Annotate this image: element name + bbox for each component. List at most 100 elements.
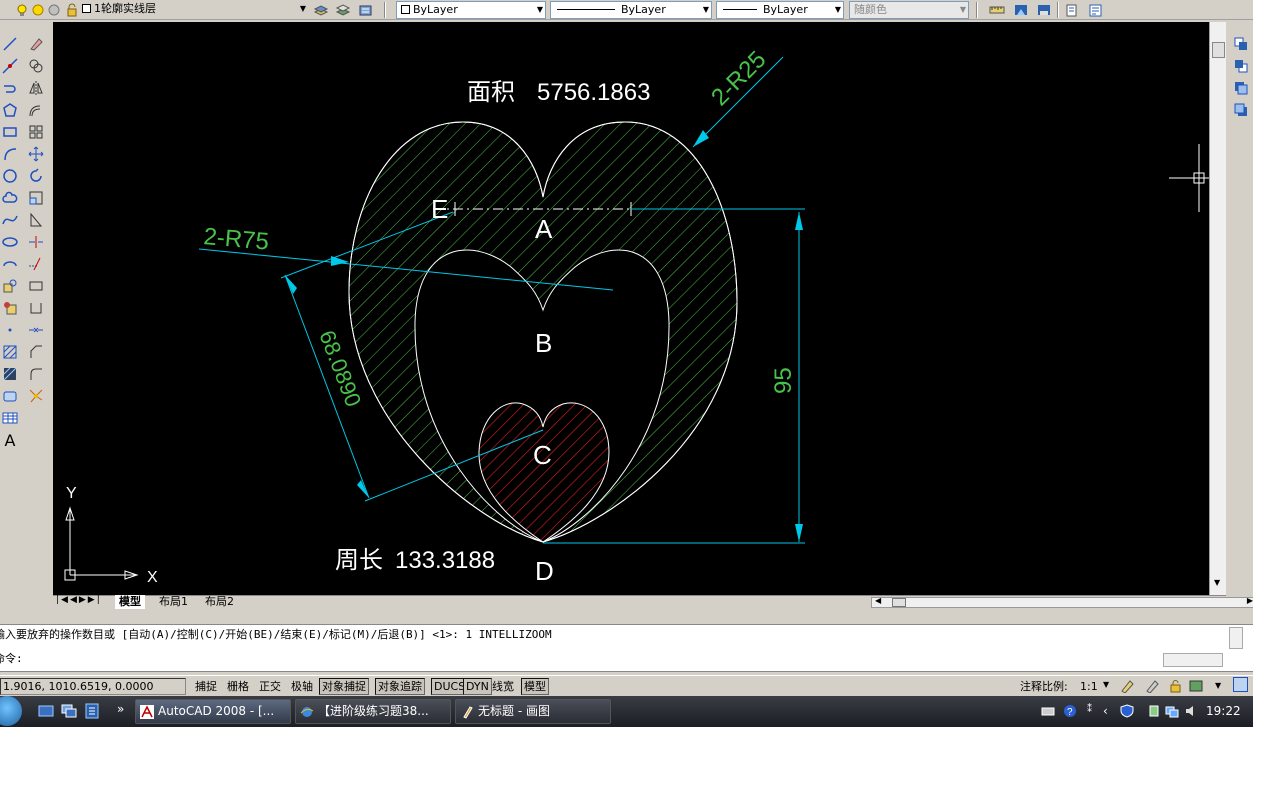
rotate-icon[interactable] (26, 166, 46, 186)
arc-icon[interactable] (0, 144, 20, 164)
multiline-text-icon[interactable]: A (0, 430, 20, 450)
ortho-toggle[interactable]: 正交 (256, 678, 284, 695)
taskbar-clock[interactable]: 19:22 (1206, 704, 1241, 718)
osnap-toggle[interactable]: 对象捕捉 (319, 678, 369, 695)
bring-to-front-icon[interactable] (1231, 34, 1251, 54)
help-icon[interactable]: ? (1063, 704, 1076, 718)
sheet-set-icon[interactable] (1062, 1, 1082, 19)
network-icon[interactable] (1165, 704, 1179, 718)
start-button[interactable] (0, 696, 22, 726)
notification-icon[interactable]: ⁑ (1087, 704, 1099, 718)
chevron-down-icon[interactable]: ▼ (1103, 680, 1109, 689)
send-to-back-icon[interactable] (1231, 56, 1251, 76)
chamfer-icon[interactable] (26, 342, 46, 362)
switch-windows-icon[interactable] (61, 703, 77, 719)
polar-toggle[interactable]: 极轴 (288, 678, 316, 695)
drawing-area[interactable]: 2-R25 2-R75 68.0890 95 E A B C D 面积 5756… (53, 22, 1209, 595)
point-icon[interactable] (0, 320, 20, 340)
status-menu-chevron-icon[interactable]: ▼ (1215, 681, 1221, 690)
horizontal-scrollbar[interactable]: ◀ ▶ (871, 596, 1253, 608)
region-icon[interactable] (0, 386, 20, 406)
chevron-down-icon[interactable]: ▼ (537, 2, 543, 18)
chevron-down-icon[interactable]: ▼ (703, 2, 709, 18)
scroll-right-arrow[interactable]: ▶ (1247, 596, 1253, 605)
chevron-down-icon[interactable]: ▼ (835, 2, 841, 18)
dyn-toggle[interactable]: DYN (463, 678, 492, 695)
break-icon[interactable] (26, 298, 46, 318)
vertical-scroll-thumb[interactable] (1212, 42, 1225, 58)
usb-icon[interactable] (1147, 704, 1159, 718)
fillet-icon[interactable] (26, 364, 46, 384)
auto-scale-icon[interactable] (1145, 679, 1161, 696)
scroll-down-arrow[interactable]: ▼ (1214, 578, 1220, 587)
line-tool-icon[interactable] (0, 34, 20, 54)
grid-toggle[interactable]: 栅格 (224, 678, 252, 695)
move-icon[interactable] (26, 144, 46, 164)
vertical-scrollbar[interactable]: ▼ (1209, 22, 1226, 595)
mirror-icon[interactable] (26, 78, 46, 98)
explode-icon[interactable] (26, 386, 46, 406)
spline-icon[interactable] (0, 210, 20, 230)
task-browser[interactable]: 【进阶级练习题38... (295, 699, 451, 724)
command-prompt[interactable]: 命令: (0, 651, 23, 667)
bring-above-icon[interactable] (1231, 78, 1251, 98)
color-dropdown[interactable]: ByLayer ▼ (396, 1, 546, 19)
table-icon[interactable] (0, 408, 20, 428)
model-space-toggle[interactable]: 模型 (521, 678, 549, 695)
layer-previous-icon[interactable] (356, 1, 376, 19)
construction-line-icon[interactable] (0, 56, 20, 76)
join-icon[interactable] (26, 320, 46, 340)
chevron-down-icon[interactable]: ▼ (300, 1, 306, 17)
annotation-scale-value[interactable]: 1:1 (1077, 678, 1101, 695)
coordinate-display[interactable]: 1.9016, 1010.6519, 0.0000 (0, 678, 186, 695)
status-tray-settings-icon[interactable] (1188, 679, 1204, 696)
linetype-dropdown[interactable]: ByLayer ▼ (550, 1, 712, 19)
trim-icon[interactable] (26, 232, 46, 252)
quick-launch-overflow-icon[interactable]: » (117, 702, 124, 716)
tray-expand-icon[interactable]: ‹ (1103, 704, 1115, 718)
hatch-icon[interactable] (0, 342, 20, 362)
ellipse-icon[interactable] (0, 232, 20, 252)
print-icon[interactable] (1034, 1, 1054, 19)
task-paint[interactable]: 无标题 - 画图 (455, 699, 611, 724)
properties-icon[interactable] (1086, 1, 1106, 19)
clean-screen-icon[interactable] (1233, 677, 1248, 692)
tab-layout2[interactable]: 布局2 (201, 595, 238, 609)
circle-icon[interactable] (0, 166, 20, 186)
command-hscrollbar[interactable] (1163, 653, 1223, 667)
scroll-left-arrow[interactable]: ◀ (875, 596, 881, 605)
array-icon[interactable] (26, 122, 46, 142)
tab-layout1[interactable]: 布局1 (155, 595, 192, 609)
send-under-icon[interactable] (1231, 100, 1251, 120)
snap-toggle[interactable]: 捕捉 (192, 678, 220, 695)
extend-icon[interactable] (26, 254, 46, 274)
layout-icon[interactable] (1011, 1, 1031, 19)
ellipse-arc-icon[interactable] (0, 254, 20, 274)
dimension-icon[interactable] (987, 1, 1007, 19)
layer-dropdown[interactable]: 1轮廓实线层 ▼ (78, 1, 308, 19)
volume-icon[interactable] (1184, 704, 1196, 718)
shield-icon[interactable] (1120, 704, 1134, 718)
copy-icon[interactable] (26, 56, 46, 76)
polygon-icon[interactable] (0, 100, 20, 120)
scale-icon[interactable] (26, 188, 46, 208)
freeze-icon[interactable] (44, 1, 64, 19)
toolbar-lock-icon[interactable] (1168, 679, 1184, 696)
task-autocad[interactable]: AutoCAD 2008 - [... (135, 699, 291, 724)
tab-model[interactable]: 模型 (115, 595, 145, 609)
annotation-visibility-icon[interactable] (1120, 679, 1136, 696)
polyline-icon[interactable] (0, 78, 20, 98)
offset-icon[interactable] (26, 100, 46, 120)
revision-cloud-icon[interactable] (0, 188, 20, 208)
erase-icon[interactable] (26, 34, 46, 54)
command-scrollbar[interactable] (1229, 627, 1243, 649)
lineweight-dropdown[interactable]: ByLayer ▼ (716, 1, 844, 19)
rectangle-icon[interactable] (0, 122, 20, 142)
horizontal-scroll-thumb[interactable] (892, 598, 906, 607)
layer-properties-icon[interactable] (311, 1, 331, 19)
stretch-icon[interactable] (26, 210, 46, 230)
keyboard-icon[interactable] (1041, 704, 1055, 718)
lineweight-toggle[interactable]: 线宽 (489, 678, 517, 695)
quick-launch-app-icon[interactable] (84, 703, 100, 719)
make-block-icon[interactable] (0, 298, 20, 318)
